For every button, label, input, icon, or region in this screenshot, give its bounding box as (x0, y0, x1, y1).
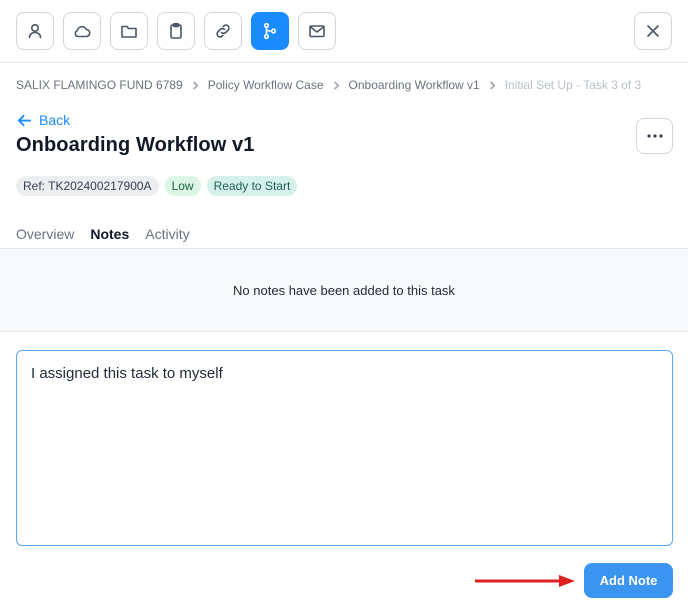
breadcrumb-fund[interactable]: SALIX FLAMINGO FUND 6789 (16, 78, 183, 92)
page-title: Onboarding Workflow v1 (16, 134, 255, 156)
add-note-button[interactable]: Add Note (584, 563, 673, 598)
chevron-right-icon (488, 80, 497, 90)
clipboard-button[interactable] (157, 12, 195, 50)
tab-bar: Overview Notes Activity (16, 226, 190, 250)
empty-notes-message: No notes have been added to this task (233, 282, 455, 298)
breadcrumb-case[interactable]: Policy Workflow Case (208, 78, 324, 92)
breadcrumb-current-task: Initial Set Up - Task 3 of 3 (504, 78, 642, 92)
breadcrumb: SALIX FLAMINGO FUND 6789 Policy Workflow… (16, 77, 641, 93)
top-toolbar (0, 0, 688, 62)
cloud-button[interactable] (63, 12, 101, 50)
cloud-icon (74, 25, 91, 38)
folder-icon (121, 25, 137, 38)
more-options-button[interactable] (636, 118, 673, 154)
mail-button[interactable] (298, 12, 336, 50)
tab-activity[interactable]: Activity (145, 226, 189, 248)
back-label: Back (39, 112, 71, 128)
notes-list: No notes have been added to this task (0, 248, 688, 332)
note-input[interactable]: I assigned this task to myself (16, 350, 673, 546)
link-button[interactable] (204, 12, 242, 50)
toolbar-divider (0, 62, 688, 63)
breadcrumb-workflow[interactable]: Onboarding Workflow v1 (349, 78, 480, 92)
tab-overview[interactable]: Overview (16, 226, 74, 248)
ellipsis-icon (646, 134, 663, 138)
user-button[interactable] (16, 12, 54, 50)
user-icon (28, 23, 42, 39)
badge-row: Ref: TK202400217900A Low Ready to Start (16, 176, 298, 196)
clipboard-icon (170, 22, 182, 39)
annotation-arrow-icon (475, 575, 575, 587)
arrow-left-icon (17, 114, 32, 126)
close-icon (647, 25, 659, 37)
chevron-right-icon (191, 80, 200, 90)
tab-notes[interactable]: Notes (90, 226, 129, 250)
link-icon (216, 24, 230, 38)
workflow-button[interactable] (251, 12, 289, 50)
close-button[interactable] (634, 12, 672, 50)
reference-badge: Ref: TK202400217900A (16, 176, 159, 196)
workflow-branch-icon (263, 22, 277, 40)
mail-icon (309, 25, 325, 38)
back-link[interactable]: Back (17, 112, 70, 128)
status-badge: Ready to Start (206, 176, 298, 196)
chevron-right-icon (332, 80, 341, 90)
priority-badge: Low (164, 176, 201, 196)
folder-button[interactable] (110, 12, 148, 50)
